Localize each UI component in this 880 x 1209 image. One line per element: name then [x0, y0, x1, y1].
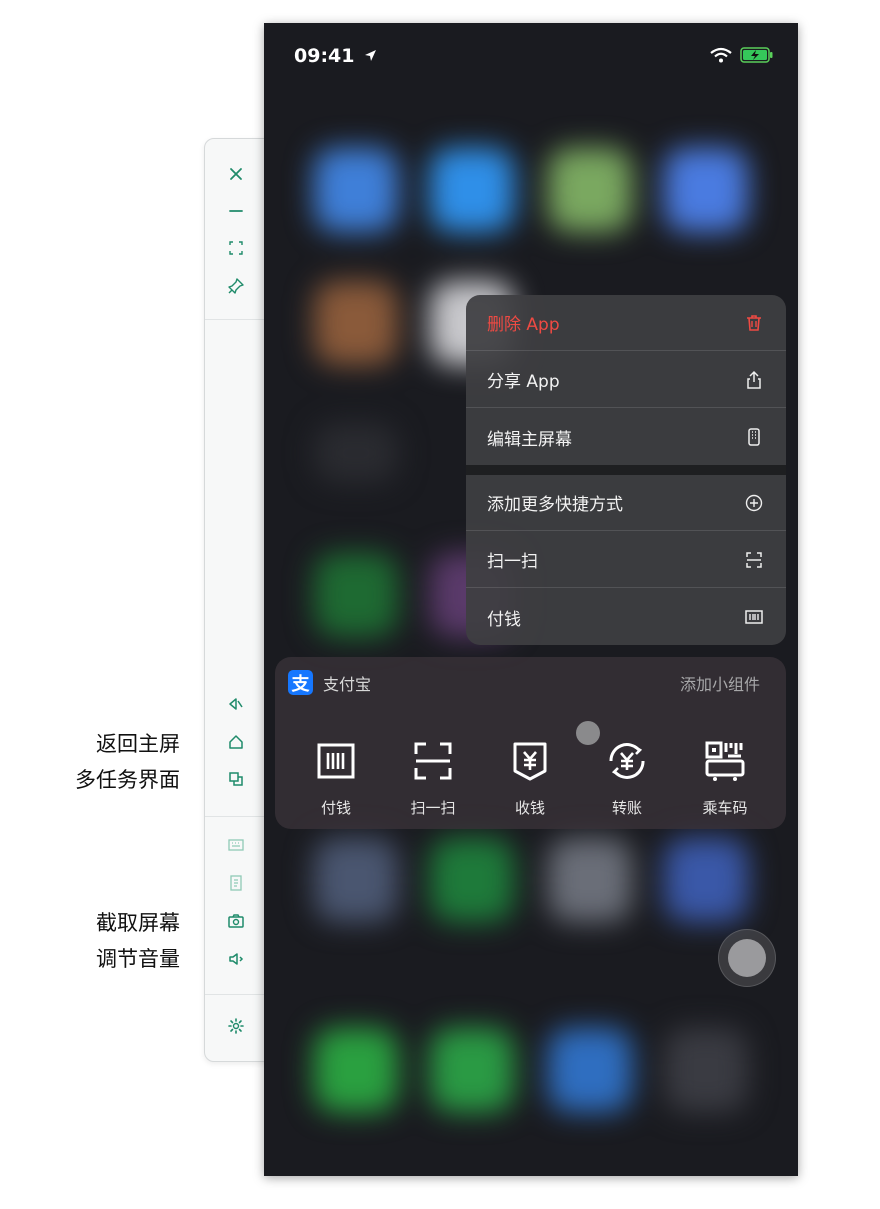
add-widget-button[interactable]: 添加小组件	[680, 671, 760, 695]
share-icon	[747, 370, 761, 389]
widget-action-transfer[interactable]: 转账	[587, 739, 667, 818]
widget-action-label: 付钱	[320, 799, 351, 817]
fullscreen-button[interactable]	[223, 235, 249, 261]
widget-action-bus-code[interactable]: 乘车码	[685, 739, 765, 818]
home-label: 返回主屏	[96, 732, 180, 756]
yen-receive-icon	[513, 742, 547, 781]
menu-item-edit-home[interactable]: 编辑主屏幕	[466, 409, 786, 465]
menu-section-gap	[466, 465, 786, 475]
home-button[interactable]	[223, 729, 249, 755]
back-button[interactable]	[223, 691, 249, 717]
menu-item-label: 扫一扫	[487, 552, 538, 572]
widget-action-pay[interactable]: 付钱	[296, 739, 376, 818]
alipay-logo: 支	[288, 670, 313, 695]
fullscreen-icon	[229, 241, 243, 255]
widget-action-scan[interactable]: 扫一扫	[393, 739, 473, 818]
widget-app-name: 支付宝	[323, 675, 372, 694]
multitask-icon	[229, 772, 243, 786]
multitask-button[interactable]	[223, 766, 249, 792]
keyboard-button[interactable]	[223, 832, 249, 858]
volume-label: 调节音量	[96, 947, 180, 971]
widget-action-receive[interactable]: 收钱	[490, 739, 570, 818]
back-icon	[229, 698, 243, 710]
menu-item-label: 编辑主屏幕	[487, 429, 572, 450]
minimize-icon	[229, 210, 243, 212]
clock-text: 09:41	[294, 45, 355, 67]
settings-button[interactable]	[223, 1013, 249, 1039]
menu-item-label: 付钱	[487, 609, 521, 630]
widget-action-label: 转账	[611, 799, 642, 817]
close-icon	[230, 168, 242, 180]
toolbar-divider	[205, 994, 265, 995]
widget-action-label: 扫一扫	[410, 799, 456, 817]
barcode-icon	[745, 610, 763, 624]
camera-icon	[228, 914, 244, 928]
screenshot-label: 截取屏幕	[96, 911, 180, 935]
home-icon	[229, 735, 243, 749]
multitask-label: 多任务界面	[75, 768, 180, 792]
widget-action-label: 收钱	[514, 799, 545, 817]
phone-grid-icon	[748, 428, 760, 446]
pin-icon	[228, 278, 244, 294]
clipboard-button[interactable]	[223, 870, 249, 896]
gear-icon	[228, 1018, 244, 1034]
menu-item-label: 删除 App	[487, 315, 560, 335]
menu-item-add-shortcuts[interactable]: 添加更多快捷方式	[466, 475, 786, 531]
phone-screen: 09:41 删除 App 分享 App 编辑主屏幕 添加更多快捷方式 扫一扫 付…	[264, 23, 798, 1176]
alipay-widget: 支 支付宝 添加小组件 付钱 扫一扫 收钱 转账 乘车码	[275, 657, 786, 829]
assistive-touch-button[interactable]	[718, 929, 776, 987]
menu-item-label: 分享 App	[487, 372, 560, 392]
app-context-menu: 删除 App 分享 App 编辑主屏幕 添加更多快捷方式 扫一扫 付钱	[466, 295, 786, 645]
volume-button[interactable]	[223, 946, 249, 972]
keyboard-icon	[228, 839, 244, 851]
barcode-icon	[317, 743, 355, 779]
plus-circle-icon	[745, 494, 763, 511]
location-arrow-icon	[365, 50, 377, 61]
scan-icon	[746, 551, 762, 568]
close-button[interactable]	[223, 161, 249, 187]
document-icon	[230, 875, 242, 891]
menu-item-scan[interactable]: 扫一扫	[466, 532, 786, 588]
status-icons	[710, 47, 774, 63]
widget-action-label: 乘车码	[702, 799, 748, 817]
yen-transfer-icon	[609, 743, 645, 779]
wifi-icon	[710, 47, 732, 63]
menu-item-pay[interactable]: 付钱	[466, 589, 786, 645]
pin-button[interactable]	[223, 273, 249, 299]
menu-item-label: 添加更多快捷方式	[487, 495, 623, 515]
alipay-logo-glyph: 支	[291, 673, 310, 695]
battery-charging-icon	[740, 47, 773, 63]
touch-indicator	[576, 721, 600, 745]
menu-item-share-app[interactable]: 分享 App	[466, 352, 786, 408]
status-time: 09:41	[294, 45, 377, 67]
toolbar-divider	[205, 816, 265, 817]
trash-icon	[747, 314, 761, 331]
menu-item-delete-app[interactable]: 删除 App	[466, 295, 786, 351]
bus-code-icon	[705, 741, 745, 781]
toolbar-divider	[205, 319, 265, 320]
scan-icon	[414, 742, 452, 780]
screenshot-button[interactable]	[223, 908, 249, 934]
minimize-button[interactable]	[223, 198, 249, 224]
speaker-icon	[229, 953, 244, 965]
